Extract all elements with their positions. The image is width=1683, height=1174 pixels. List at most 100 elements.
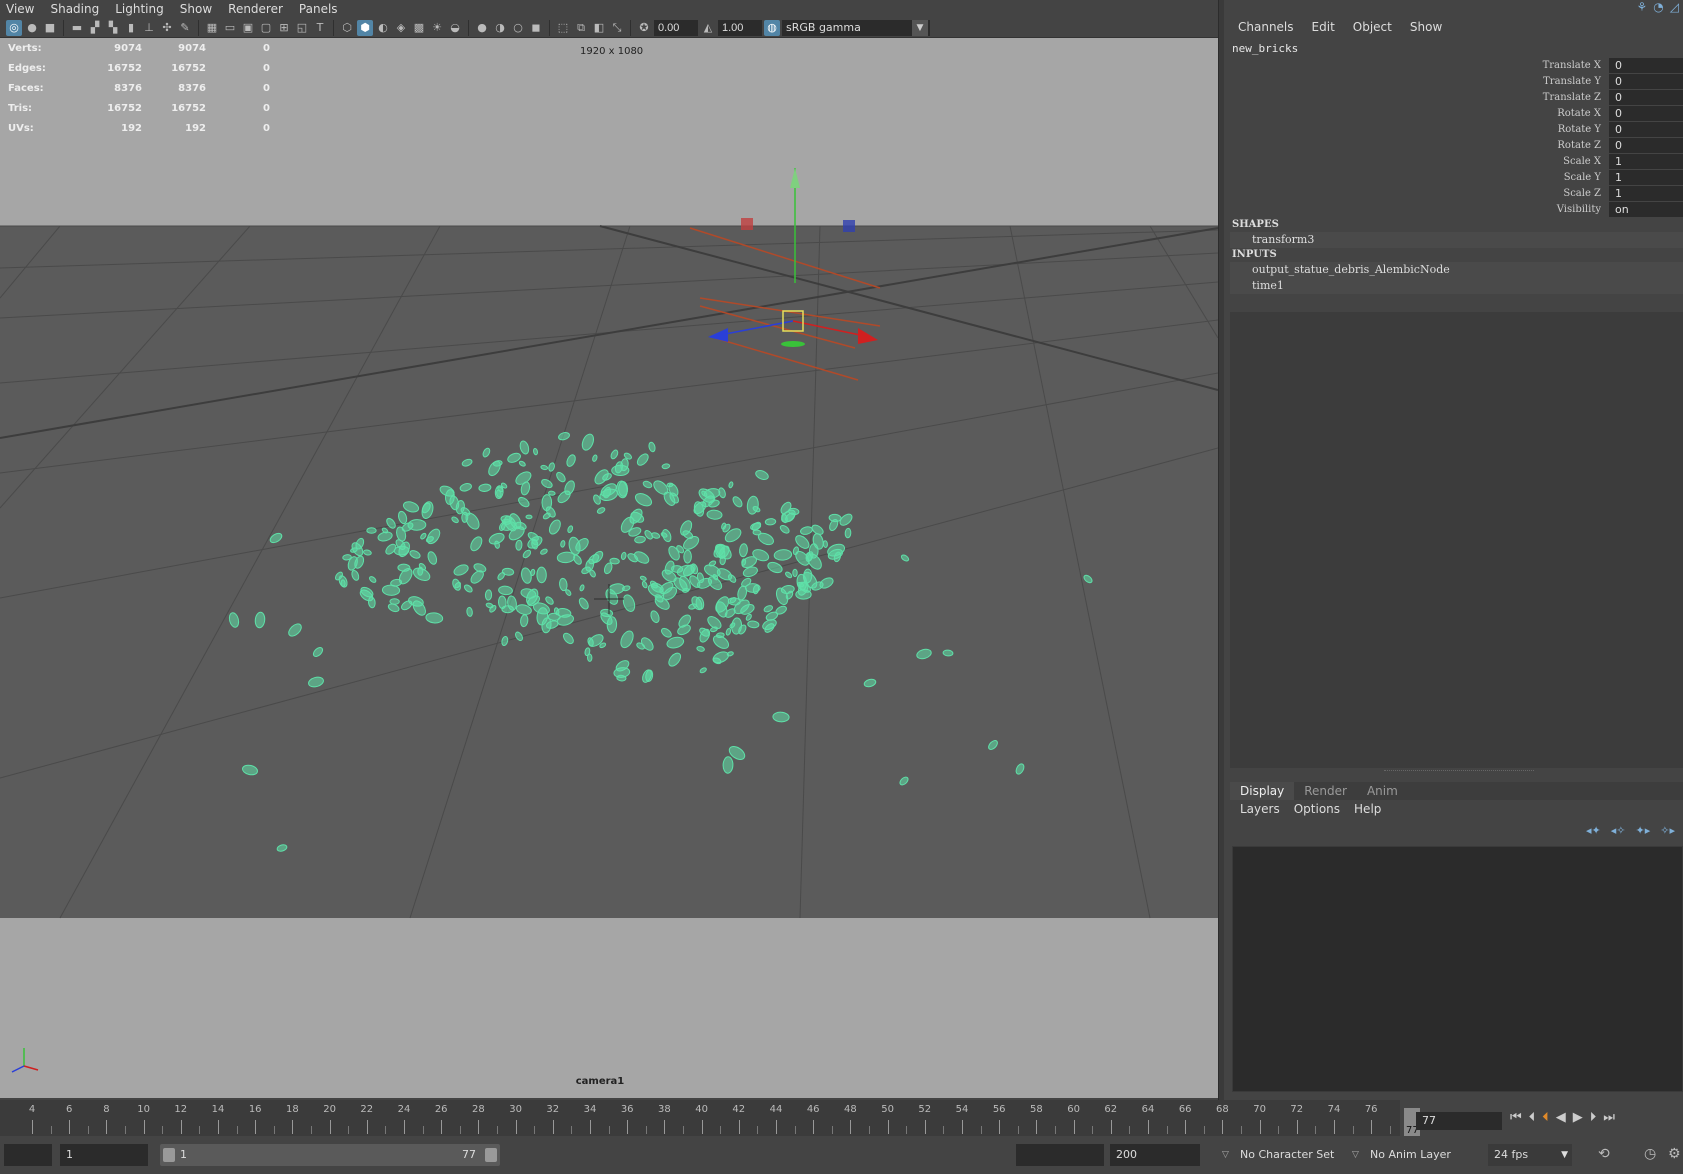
tab-display[interactable]: Display [1230,782,1295,800]
debris-fragment[interactable] [942,649,954,657]
ambient-occlusion-icon[interactable]: ● [474,20,490,36]
default-material-icon[interactable]: ◐ [375,20,391,36]
wireframe-icon[interactable]: ⬡ [339,20,355,36]
debris-fragment[interactable] [515,539,523,551]
debris-fragment[interactable] [525,514,533,520]
attr-visibility[interactable]: Visibility on [1224,201,1683,217]
debris-fragment[interactable] [609,557,620,565]
playback-start-field[interactable]: 1 [60,1144,148,1166]
preferences-icon[interactable]: ⚙ [1668,1146,1681,1162]
current-frame-field[interactable]: 77 [1416,1112,1502,1130]
debris-fragment[interactable] [340,579,346,587]
backface-icon[interactable]: ⤡ [609,20,625,36]
grease-pencil-icon[interactable]: ▮ [123,20,139,36]
safe-title-icon[interactable]: T [312,20,328,36]
tab-anim[interactable]: Anim [1357,782,1408,800]
grid-icon[interactable]: ▦ [204,20,220,36]
play-backwards-icon[interactable]: ◀ [1556,1110,1566,1125]
character-set-dropdown[interactable]: ▽ No Character Set [1218,1144,1346,1166]
xray-active-icon[interactable]: ◧ [591,20,607,36]
fps-dropdown[interactable]: 24 fps ▼ [1488,1144,1572,1166]
anim-layer-dropdown[interactable]: ▽ No Anim Layer [1348,1144,1474,1166]
textured-icon[interactable]: ◈ [393,20,409,36]
layer-list[interactable] [1232,846,1683,1092]
menu-channels[interactable]: Channels [1238,20,1294,38]
new-layer-selected-icon[interactable]: ✧▸ [1660,824,1675,837]
playback-end-field[interactable] [1016,1144,1104,1166]
move-tool-icon[interactable]: ✣ [159,20,175,36]
debris-fragment[interactable] [792,568,798,578]
debris-fragment[interactable] [397,563,411,572]
debris-fragment[interactable] [541,494,553,512]
menu-panels[interactable]: Panels [293,2,348,16]
shadows-icon[interactable]: ◒ [447,20,463,36]
attr-value-field[interactable]: 0 [1609,121,1683,137]
grid-toggle-icon[interactable]: ⊥ [141,20,157,36]
gate-mask-icon[interactable]: ▢ [258,20,274,36]
channel-layer-splitter[interactable] [1384,770,1534,773]
menu-help[interactable]: Help [1354,802,1381,816]
menu-object[interactable]: Object [1353,20,1392,38]
selected-node-name[interactable]: new_bricks [1232,42,1298,55]
attr-value-field[interactable]: 0 [1609,137,1683,153]
paint-icon[interactable]: ✎ [177,20,193,36]
menu-renderer[interactable]: Renderer [222,2,293,16]
range-end-handle[interactable] [485,1148,497,1162]
exposure-field[interactable] [654,19,698,36]
xray-joints-icon[interactable]: ⧉ [573,20,589,36]
color-space-dropdown[interactable]: sRGB gamma ▼ [782,19,930,36]
range-start-handle[interactable] [163,1148,175,1162]
field-chart-icon[interactable]: ⊞ [276,20,292,36]
debris-fragment[interactable] [606,616,618,634]
yz-plane-handle[interactable] [843,220,855,232]
debris-fragment[interactable] [611,464,630,477]
attr-translate-z[interactable]: Translate Z0 [1224,89,1683,105]
attr-value-field[interactable]: 1 [1609,185,1683,201]
auto-key-icon[interactable]: ◷ [1644,1146,1656,1162]
select-camera-icon[interactable]: ◎ [6,19,22,36]
inputs-header[interactable]: INPUTS [1230,248,1683,262]
motion-blur-icon[interactable]: ◑ [492,20,508,36]
attr-value-field[interactable]: 1 [1609,153,1683,169]
attr-scale-y[interactable]: Scale Y1 [1224,169,1683,185]
attr-scale-x[interactable]: Scale X1 [1224,153,1683,169]
range-slider[interactable]: 1 77 [160,1144,500,1166]
debris-fragment[interactable] [389,598,400,605]
time-ruler[interactable]: 4 6 8 10 12 14 16 18 20 22 24 26 28 30 32 34 36 38 40 42 44 4… [0,1100,1421,1136]
input-item[interactable]: output_statue_debris_AlembicNode [1230,262,1683,278]
chevron-down-icon[interactable]: ▼ [912,19,928,36]
debris-fragment[interactable] [683,549,692,564]
debris-fragment[interactable] [722,756,734,774]
debris-fragment[interactable] [772,711,790,723]
play-forwards-icon[interactable]: ▶ [1573,1110,1583,1125]
exposure-icon[interactable]: ✪ [636,20,652,36]
gamma-icon[interactable]: ◭ [700,20,716,36]
tab-render[interactable]: Render [1294,782,1357,800]
debris-fragment[interactable] [666,482,674,488]
attr-value-field[interactable]: on [1609,201,1683,217]
attr-rotate-x[interactable]: Rotate X0 [1224,105,1683,121]
go-to-end-icon[interactable]: ⏭ [1603,1110,1615,1125]
xz-plane-handle[interactable] [781,341,805,347]
input-item[interactable]: time1 [1230,278,1683,294]
attr-value-field[interactable]: 0 [1609,57,1683,73]
shape-item[interactable]: transform3 [1230,232,1683,248]
bookmark-icon[interactable]: ▬ [69,20,85,36]
scene-start-field[interactable] [4,1144,52,1166]
attr-translate-y[interactable]: Translate Y0 [1224,73,1683,89]
menu-view[interactable]: View [0,2,44,16]
attr-rotate-y[interactable]: Rotate Y0 [1224,121,1683,137]
safe-action-icon[interactable]: ◱ [294,20,310,36]
perspective-viewport[interactable]: Verts: 9074 9074 0 Edges: 16752 16752 0 … [0,38,1218,1098]
go-to-start-icon[interactable]: ⏮ [1510,1110,1522,1125]
debris-fragment[interactable] [844,527,852,539]
debris-fragment[interactable] [808,543,819,559]
move-layer-down-icon[interactable]: ◂✧ [1611,824,1626,837]
new-layer-icon[interactable]: ✦▸ [1636,824,1651,837]
film-gate-icon[interactable]: ▭ [222,20,238,36]
debris-fragment[interactable] [536,566,547,584]
debris-fragment[interactable] [484,589,493,601]
attr-value-field[interactable]: 1 [1609,169,1683,185]
attr-value-field[interactable]: 0 [1609,89,1683,105]
xray-icon[interactable]: ▩ [411,20,427,36]
